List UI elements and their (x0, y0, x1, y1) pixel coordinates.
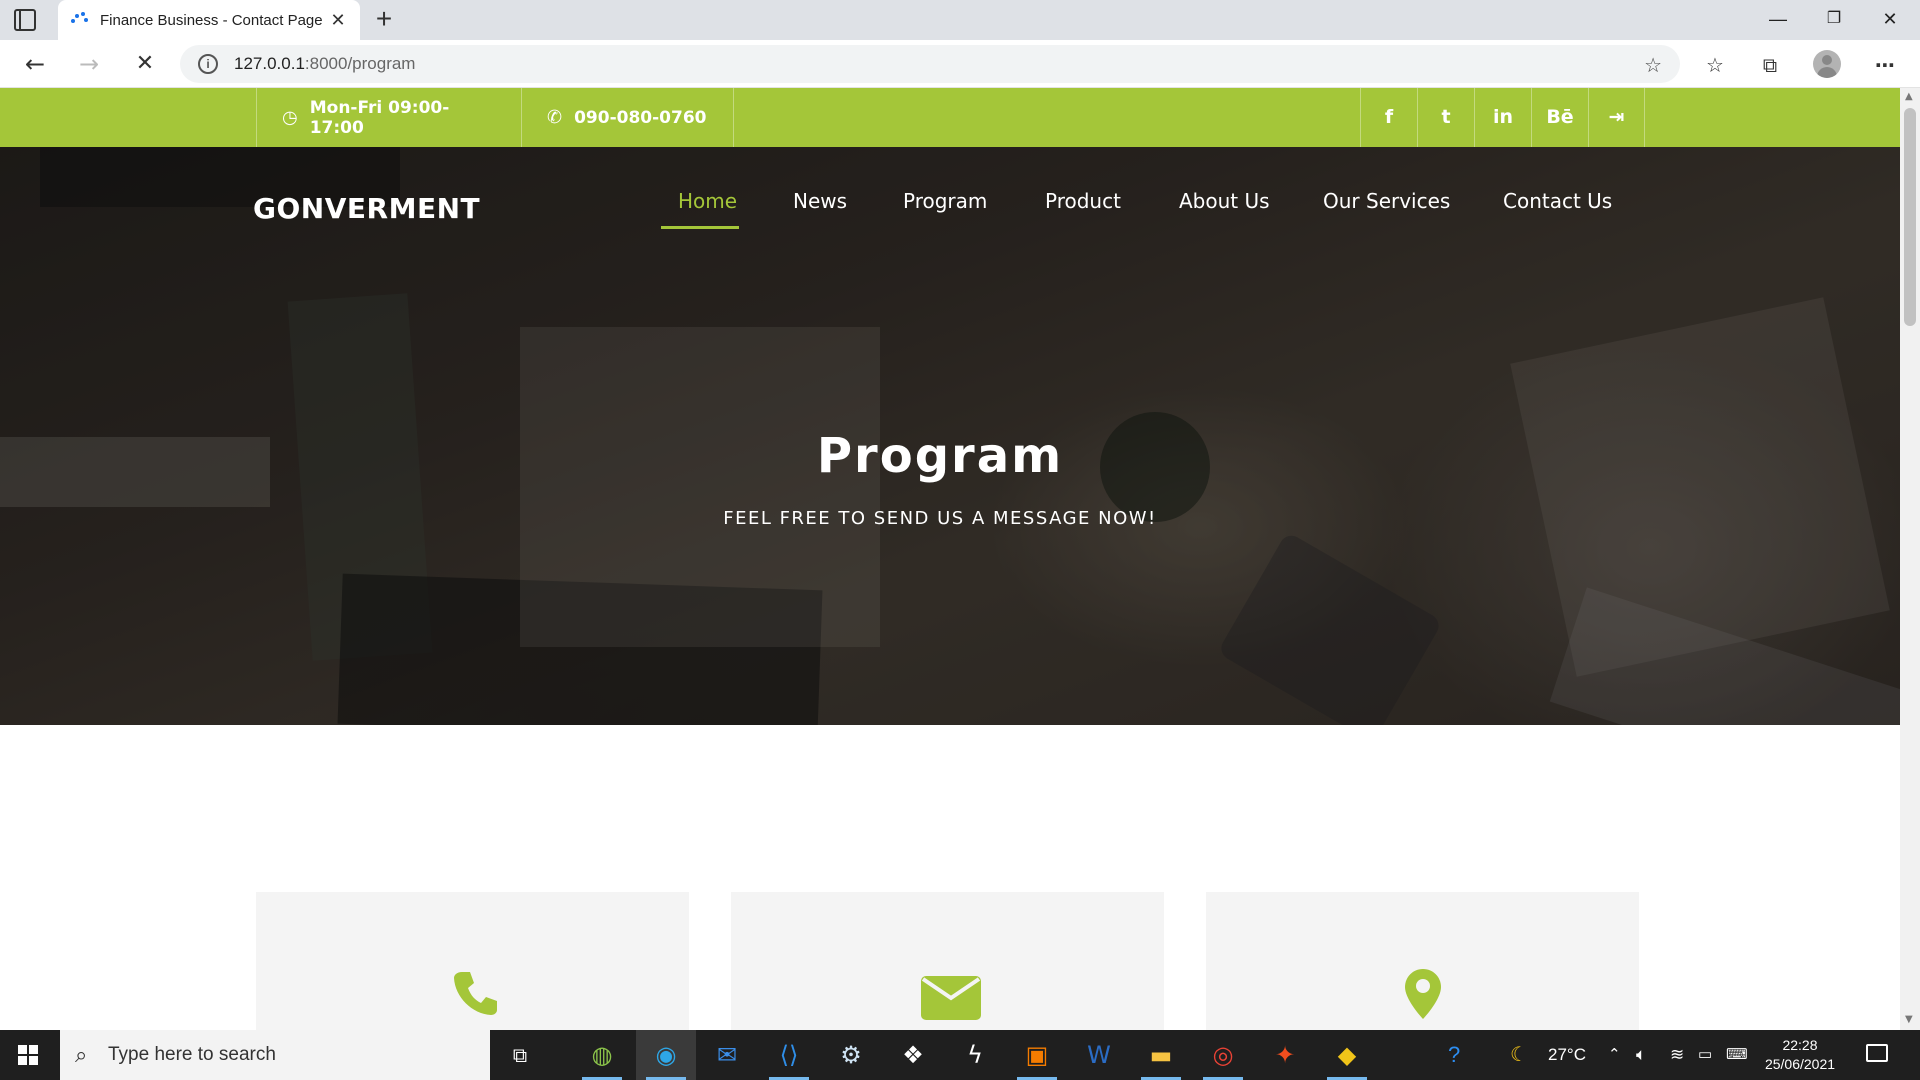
file-explorer-icon[interactable]: ▬ (1131, 1030, 1191, 1080)
collections-icon[interactable]: ⧉ (1757, 52, 1783, 78)
page-subtitle: FEEL FREE TO SEND US A MESSAGE NOW! (723, 508, 1157, 529)
twitter-icon[interactable]: t (1417, 88, 1474, 147)
search-placeholder: Type here to search (108, 1044, 276, 1065)
phone-icon: ✆ (547, 107, 563, 128)
volume-icon[interactable]: 🔈︎ (1636, 1030, 1646, 1080)
nav-program[interactable]: Program (903, 189, 987, 213)
battery-icon[interactable]: ▭ (1698, 1030, 1712, 1080)
nav-our-services[interactable]: Our Services (1323, 189, 1450, 213)
page-title: Program (816, 428, 1064, 484)
envelope-icon (921, 976, 981, 1020)
new-tab-button[interactable]: + (368, 4, 400, 36)
nav-about-us[interactable]: About Us (1179, 189, 1270, 213)
taskbar-search-box[interactable]: ⌕ Type here to search (60, 1030, 490, 1080)
chrome-icon[interactable]: ◎ (1193, 1030, 1253, 1080)
notifications-icon[interactable] (1866, 1044, 1888, 1062)
search-icon: ⌕ (75, 1042, 88, 1067)
figma-icon[interactable]: ✦ (1255, 1030, 1315, 1080)
app-icon-2[interactable]: ϟ (945, 1030, 1005, 1080)
scroll-down-icon[interactable]: ▼ (1905, 1014, 1913, 1025)
back-arrow-icon[interactable]: ← (18, 48, 52, 80)
wifi-icon[interactable]: ≋ (1670, 1030, 1684, 1080)
nav-product[interactable]: Product (1045, 189, 1121, 213)
more-menu-icon[interactable]: ⋯ (1872, 52, 1898, 78)
behance-icon[interactable]: Bē (1531, 88, 1588, 147)
opening-hours: ◷ Mon-Fri 09:00-17:00 (256, 88, 521, 147)
page-viewport: ◷ Mon-Fri 09:00-17:00 ✆ 090-080-0760 f t… (0, 88, 1900, 1030)
tab-title: Finance Business - Contact Page (100, 11, 323, 29)
browser-tab-bar: Finance Business - Contact Page ✕ + — ❐ … (0, 0, 1920, 40)
scrollbar-thumb[interactable] (1904, 108, 1916, 326)
favorites-icon[interactable]: ☆ (1702, 52, 1728, 78)
windows-taskbar: ⌕ Type here to search ⧉ ◍ ◉ ✉ ⟨⟩ ⚙ ❖ ϟ ▣… (0, 1030, 1920, 1080)
facebook-icon[interactable]: f (1360, 88, 1417, 147)
map-marker-icon (1405, 969, 1441, 1019)
mail-icon[interactable]: ✉ (697, 1030, 757, 1080)
windows-start-icon[interactable] (18, 1045, 38, 1065)
clock-icon: ◷ (282, 107, 298, 128)
restore-button[interactable]: ❐ (1806, 0, 1862, 40)
phone-card (256, 892, 689, 1030)
nav-news[interactable]: News (793, 189, 847, 213)
scroll-up-icon[interactable]: ▲ (1905, 91, 1913, 102)
linkedin-icon[interactable]: in (1474, 88, 1531, 147)
browser-tab[interactable]: Finance Business - Contact Page ✕ (58, 0, 360, 40)
nav-contact-us[interactable]: Contact Us (1503, 189, 1612, 213)
url-host: 127.0.0.1 (234, 54, 305, 73)
phone-number-text: 090-080-0760 (574, 107, 707, 128)
task-view-icon[interactable]: ⧉ (490, 1030, 550, 1080)
nav-home[interactable]: Home (678, 189, 737, 213)
weather-moon-icon: ☾ (1510, 1044, 1528, 1066)
site-logo[interactable]: GONVERMENT (253, 192, 480, 225)
address-card (1206, 892, 1639, 1030)
add-favorite-icon[interactable]: ☆ (1644, 53, 1662, 78)
steam-icon[interactable]: ⚙ (821, 1030, 881, 1080)
tab-actions-icon[interactable] (14, 9, 36, 31)
clock-date: 25/06/2021 (1764, 1056, 1836, 1072)
address-bar-row: ← → ✕ i 127.0.0.1 :8000/program ☆ ☆ ⧉ ⋯ (0, 40, 1920, 88)
vscode-icon[interactable]: ⟨⟩ (759, 1030, 819, 1080)
keyboard-icon[interactable]: ⌨ (1726, 1030, 1748, 1080)
opening-hours-text: Mon-Fri 09:00-17:00 (309, 97, 450, 138)
show-hidden-icons-icon[interactable]: ⌃ (1608, 1030, 1621, 1080)
top-info-bar: ◷ Mon-Fri 09:00-17:00 ✆ 090-080-0760 f t… (0, 88, 1900, 147)
profile-avatar[interactable] (1813, 50, 1841, 78)
page-scrollbar[interactable]: ▲ ▼ (1900, 88, 1920, 1030)
clock-time: 22:28 (1782, 1037, 1818, 1053)
close-window-button[interactable]: ✕ (1862, 0, 1918, 40)
phone-number: ✆ 090-080-0760 (521, 88, 734, 147)
loading-spinner-icon (70, 11, 88, 29)
minimize-button[interactable]: — (1750, 0, 1806, 40)
url-path: :8000/program (304, 54, 416, 73)
help-icon[interactable]: ? (1448, 1030, 1460, 1080)
edge-icon[interactable]: ◉ (636, 1030, 696, 1080)
email-card (731, 892, 1164, 1030)
sign-out-icon[interactable]: ⇥ (1588, 88, 1645, 147)
app-icon-1[interactable]: ◍ (572, 1030, 632, 1080)
tab-close-icon[interactable]: ✕ (328, 10, 348, 31)
taskbar-clock[interactable]: 22:28 25/06/2021 (1755, 1036, 1845, 1074)
phone-icon (454, 972, 497, 1015)
temperature[interactable]: 27°C (1548, 1030, 1586, 1080)
url-field[interactable]: i 127.0.0.1 :8000/program ☆ (180, 45, 1680, 83)
stop-loading-icon[interactable]: ✕ (128, 48, 162, 80)
word-icon[interactable]: W (1069, 1030, 1129, 1080)
dropbox-icon[interactable]: ❖ (883, 1030, 943, 1080)
app-icon-3[interactable]: ◆ (1317, 1030, 1377, 1080)
forward-arrow-icon[interactable]: → (72, 48, 106, 80)
xampp-icon[interactable]: ▣ (1007, 1030, 1067, 1080)
nav-active-indicator (661, 226, 739, 229)
site-info-icon[interactable]: i (198, 54, 218, 74)
